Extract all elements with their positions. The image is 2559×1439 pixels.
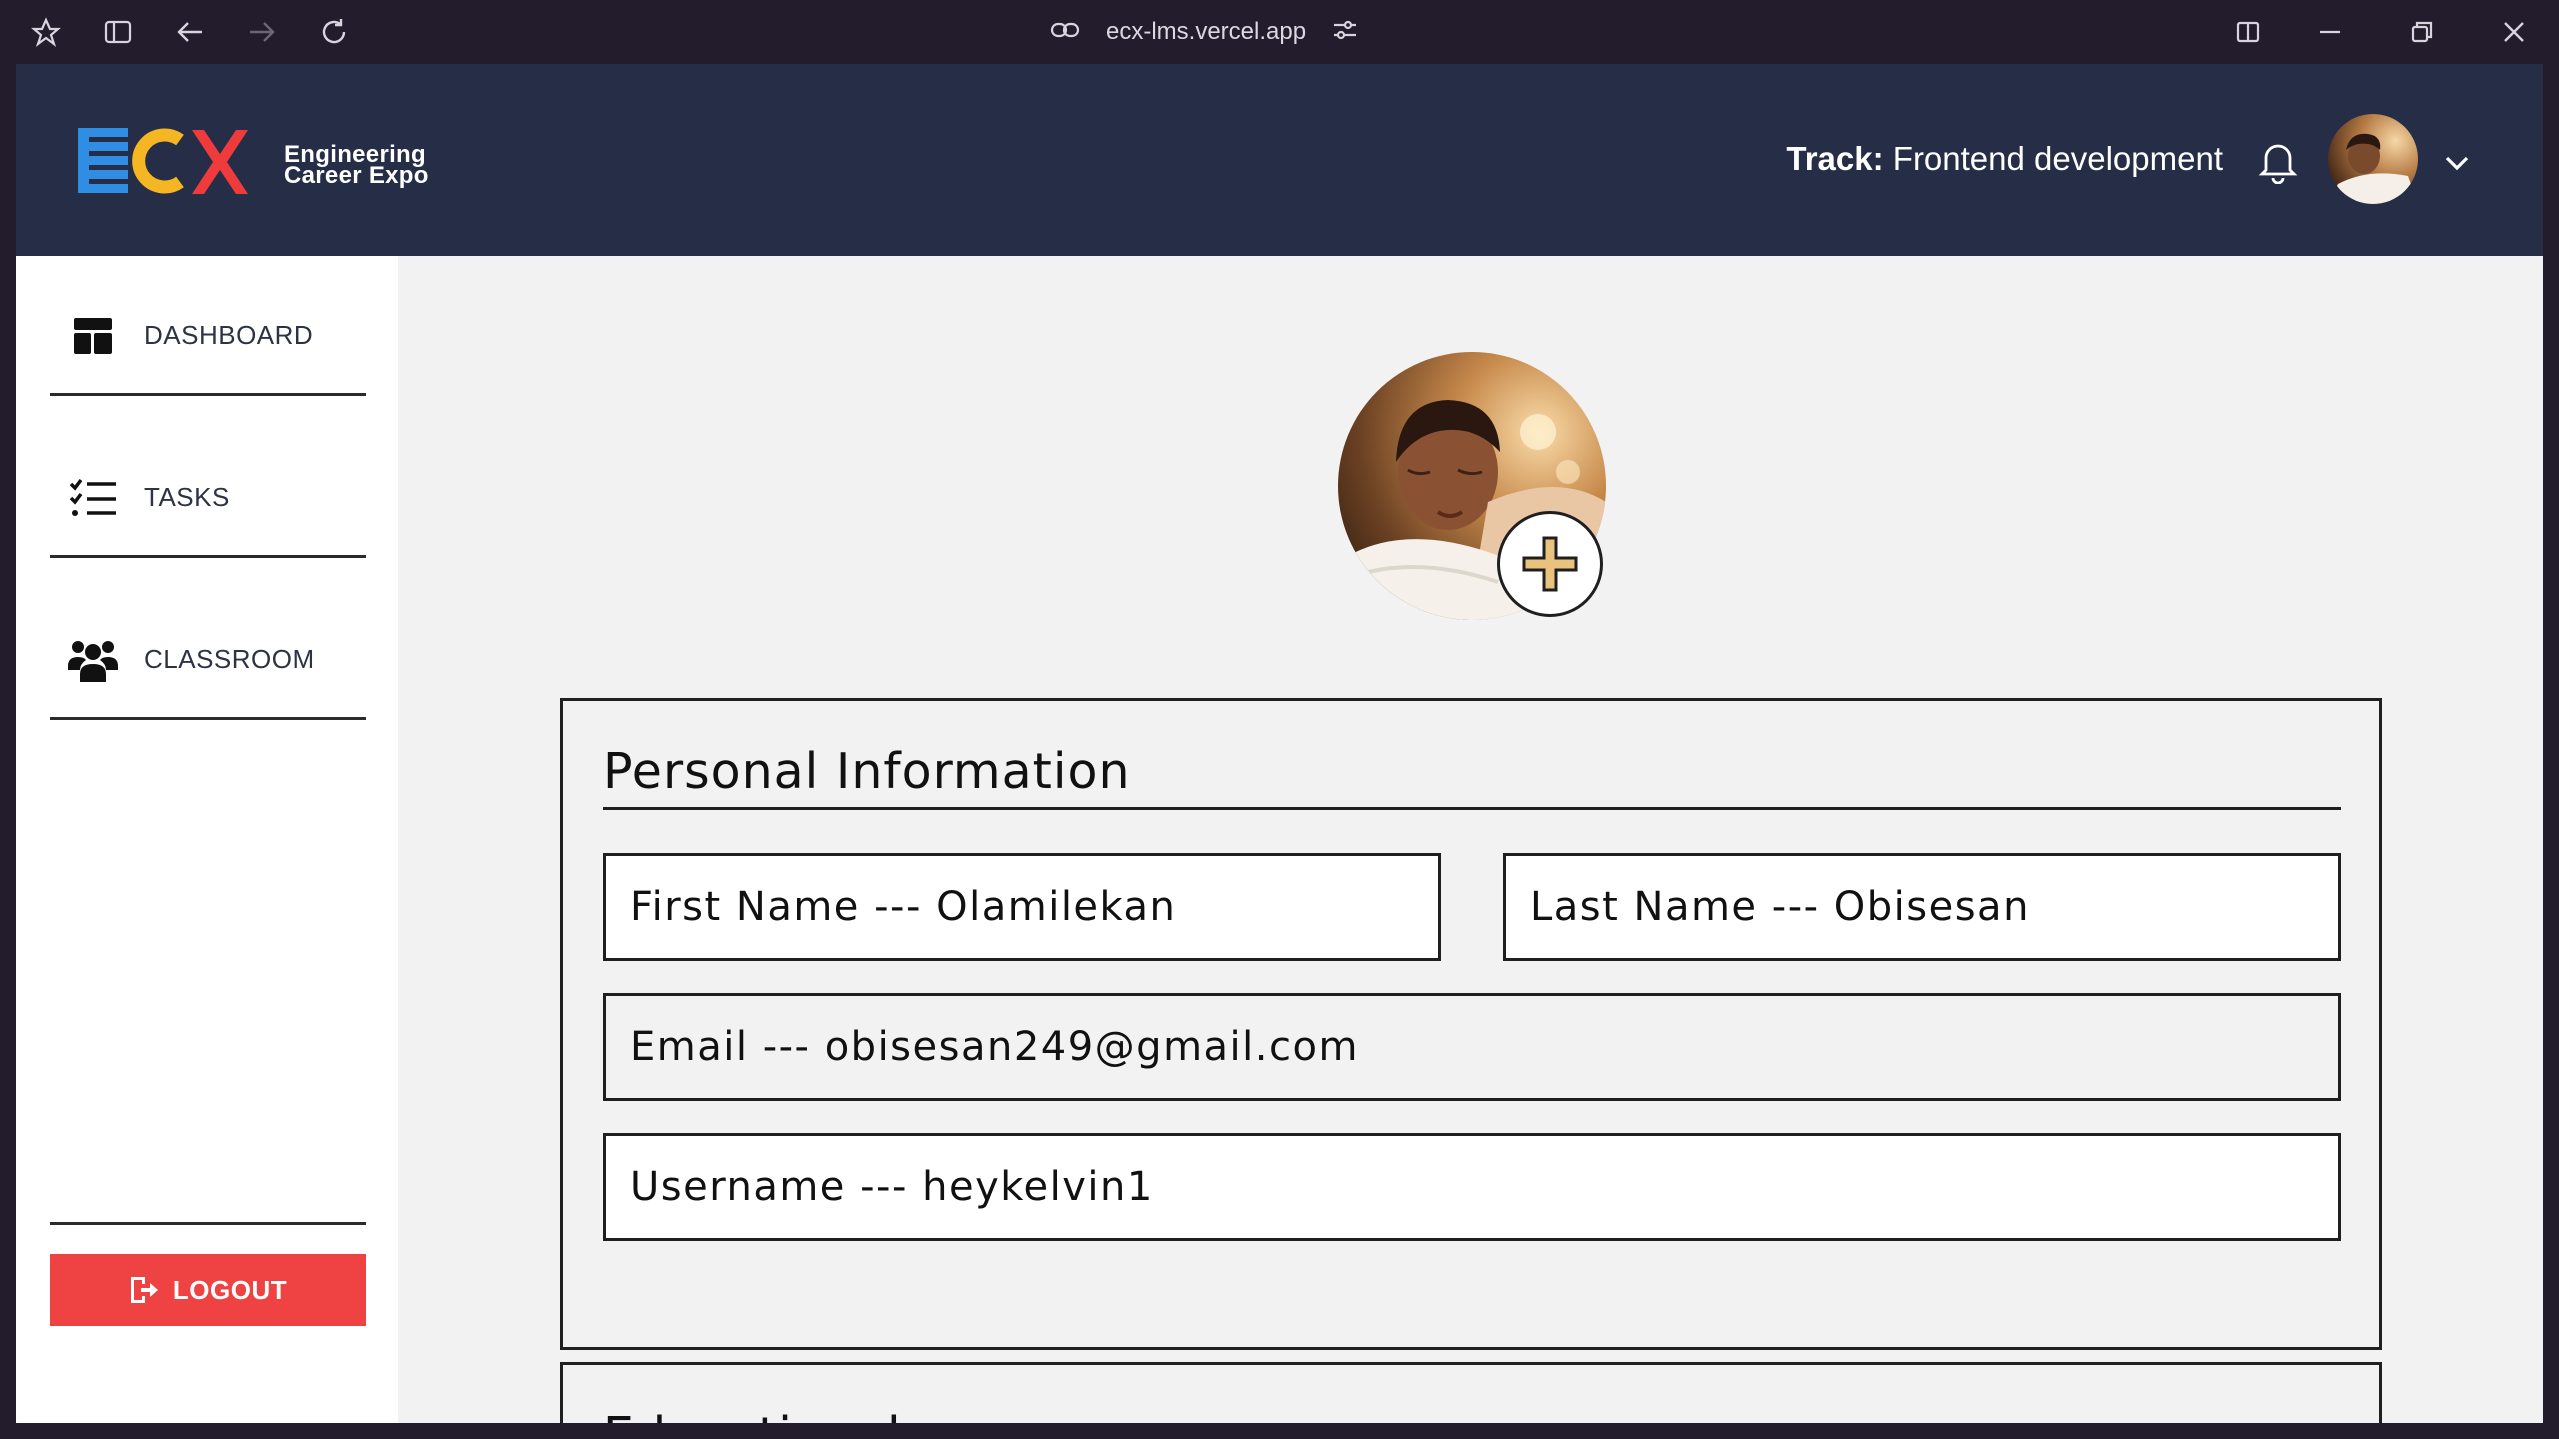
personal-info-title: Personal Information <box>603 743 1131 800</box>
split-view-icon[interactable] <box>2232 16 2264 48</box>
track-label: Track: <box>1786 140 1884 177</box>
logout-icon <box>130 1277 158 1303</box>
email-field[interactable]: Email --- obisesan249@gmail.com <box>603 993 2341 1101</box>
sidebar-item-label: DASHBOARD <box>144 320 314 350</box>
address-bar[interactable]: ecx-lms.vercel.app <box>1050 12 1358 52</box>
username-field[interactable]: Username --- heykelvin1 <box>603 1133 2341 1241</box>
user-avatar[interactable] <box>2328 114 2418 204</box>
logout-button[interactable]: LOGOUT <box>50 1254 366 1326</box>
url-text[interactable]: ecx-lms.vercel.app <box>1106 18 1306 46</box>
track-info: Track: Frontend development <box>1786 140 2223 178</box>
dashboard-icon <box>66 314 120 358</box>
personal-info-card: Personal Information First Name --- Olam… <box>560 698 2382 1350</box>
restore-icon[interactable] <box>2406 16 2438 48</box>
site-settings-icon[interactable] <box>1332 18 1358 47</box>
add-photo-button[interactable] <box>1497 511 1603 617</box>
browser-toolbar: ecx-lms.vercel.app <box>0 0 2559 64</box>
sidebar-item-label: TASKS <box>144 482 230 512</box>
window-bottom-border <box>0 1423 2559 1439</box>
users-group-icon <box>66 638 120 682</box>
chevron-down-icon[interactable] <box>2440 146 2474 180</box>
last-name-field[interactable]: Last Name --- Obisesan <box>1503 853 2341 961</box>
logo-tagline: Engineering Career Expo <box>284 143 429 189</box>
close-window-icon[interactable] <box>2498 16 2530 48</box>
forward-arrow-icon[interactable] <box>246 16 278 48</box>
link-icon <box>1050 20 1080 45</box>
track-value: Frontend development <box>1892 140 2223 177</box>
sidebar-item-dashboard[interactable]: DASHBOARD <box>50 278 366 396</box>
sidebar-item-tasks[interactable]: TASKS <box>50 440 366 558</box>
sidebar-item-label: CLASSROOM <box>144 644 315 674</box>
sidebar-divider <box>50 1222 366 1225</box>
app-window: Engineering Career Expo Track: Frontend … <box>16 64 2543 1423</box>
logout-label: LOGOUT <box>172 1274 288 1305</box>
first-name-field[interactable]: First Name --- Olamilekan <box>603 853 1441 961</box>
sidebar-item-classroom[interactable]: CLASSROOM <box>50 602 366 720</box>
browser-logo-icon[interactable] <box>30 16 62 48</box>
minimize-icon[interactable] <box>2314 16 2346 48</box>
top-header: Engineering Career Expo Track: Frontend … <box>16 64 2543 256</box>
educational-card: Educational <box>560 1362 2382 1423</box>
back-arrow-icon[interactable] <box>174 16 206 48</box>
educational-title: Educational <box>603 1407 902 1423</box>
ecx-logo-mark <box>78 128 248 194</box>
reload-icon[interactable] <box>318 16 350 48</box>
plus-icon <box>1522 536 1578 592</box>
tasks-checklist-icon <box>66 476 120 520</box>
sidebar-toggle-icon[interactable] <box>102 16 134 48</box>
logo-tagline-line2: Career Expo <box>284 162 429 189</box>
sidebar: DASHBOARD TASKS CLASSROOM LOGOUT <box>16 256 398 1423</box>
title-divider <box>603 807 2341 810</box>
notification-bell-icon[interactable] <box>2257 138 2299 185</box>
